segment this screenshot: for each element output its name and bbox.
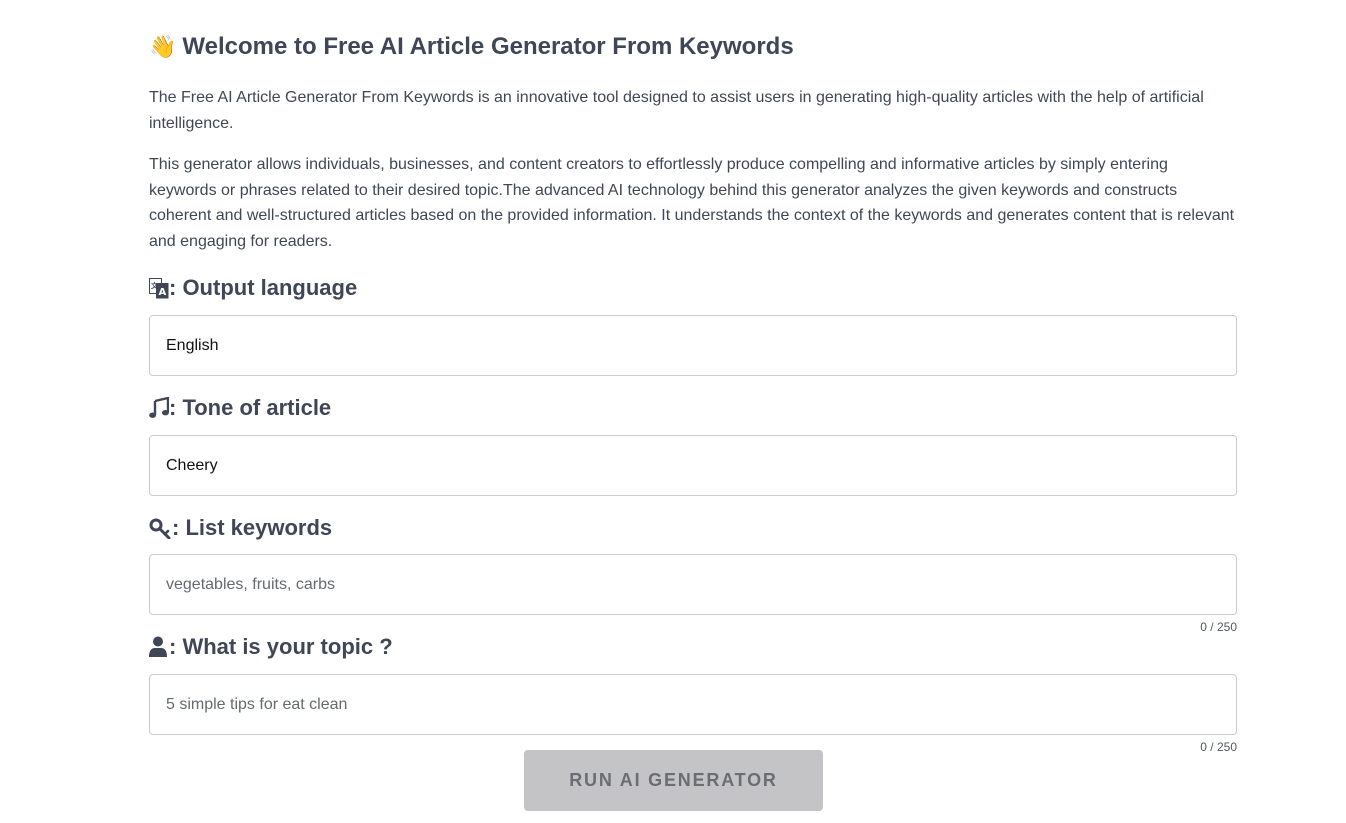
keywords-field[interactable] <box>149 554 1237 615</box>
output-language-label-text: : Output language <box>169 275 358 300</box>
tone-label: : Tone of article <box>149 393 331 423</box>
tone-label-text: : Tone of article <box>169 395 332 420</box>
output-language-label: 文 A : Output language <box>149 273 357 303</box>
tone-input[interactable] <box>150 436 1236 495</box>
language-icon: 文 A <box>149 277 169 299</box>
tone-field[interactable] <box>149 435 1237 496</box>
topic-field[interactable] <box>149 674 1237 735</box>
keywords-char-counter: 0 / 250 <box>1200 620 1237 634</box>
output-language-field[interactable] <box>149 315 1237 376</box>
topic-label-text: : What is your topic ? <box>169 634 393 659</box>
topic-input[interactable] <box>150 675 1236 734</box>
topic-char-counter: 0 / 250 <box>1200 740 1237 754</box>
keywords-label-text: : List keywords <box>172 515 333 540</box>
keywords-input[interactable] <box>150 555 1236 614</box>
output-language-input[interactable] <box>150 316 1236 375</box>
user-icon <box>149 636 169 658</box>
waving-hand-icon: 👋 <box>149 35 177 60</box>
topic-label: : What is your topic ? <box>149 632 393 662</box>
intro-paragraph-2: This generator allows individuals, busin… <box>149 156 1235 250</box>
run-ai-generator-button[interactable]: RUN AI GENERATOR <box>524 750 823 811</box>
page-title: 👋 Welcome to Free AI Article Generator Fr… <box>149 30 794 65</box>
music-note-icon <box>149 397 169 419</box>
keywords-label: : List keywords <box>149 513 332 543</box>
page-title-text: Welcome to Free AI Article Generator Fro… <box>182 33 794 60</box>
key-icon <box>149 517 172 539</box>
intro-paragraph-1: The Free AI Article Generator From Keywo… <box>149 89 1204 132</box>
svg-text:A: A <box>159 287 167 298</box>
